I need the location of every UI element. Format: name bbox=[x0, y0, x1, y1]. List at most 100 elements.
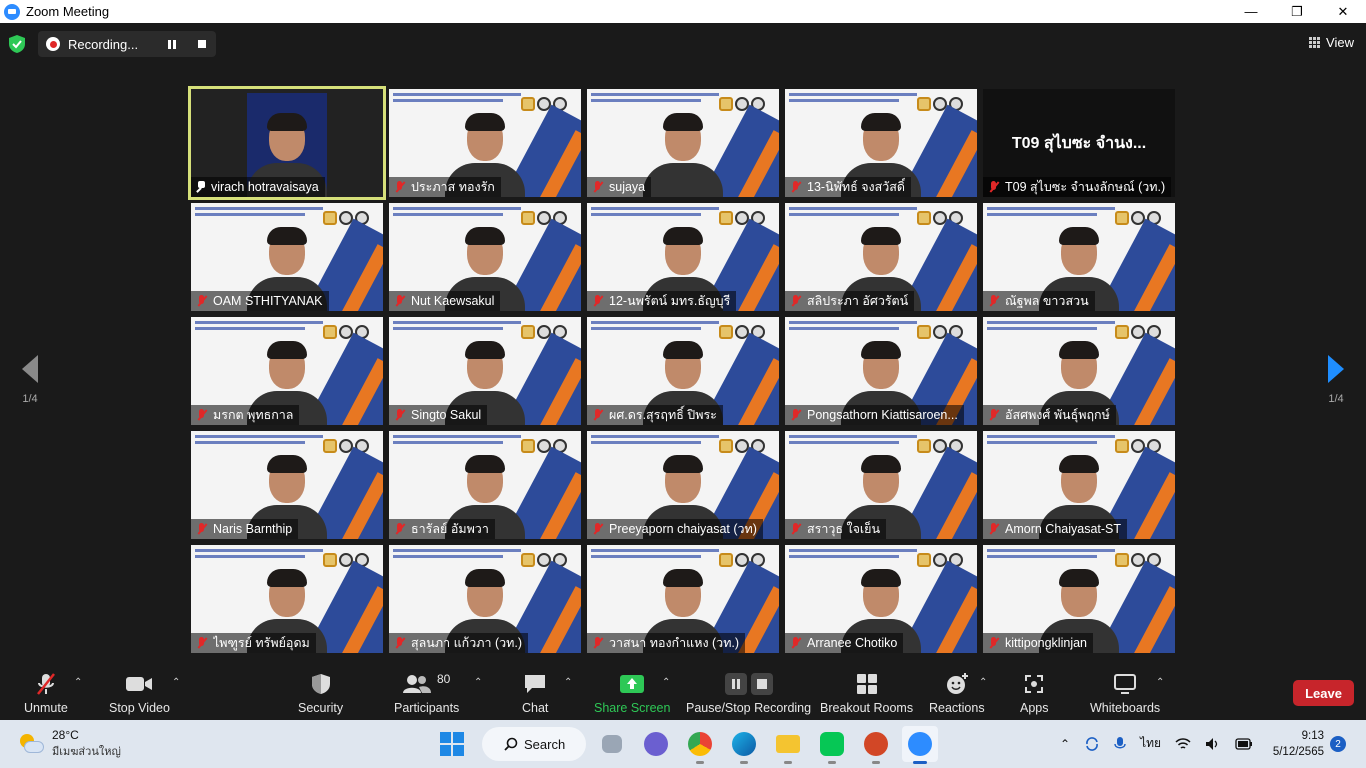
apps-button[interactable]: Apps bbox=[1020, 671, 1049, 715]
view-button[interactable]: View bbox=[1309, 35, 1354, 50]
chat-bubble-icon bbox=[523, 671, 547, 697]
participant-video-tile[interactable]: Amorn Chaiyasat-ST bbox=[983, 431, 1175, 539]
edge-icon[interactable] bbox=[726, 726, 762, 764]
participant-name: kittipongklinjan bbox=[1005, 636, 1087, 650]
pause-stop-recording-button[interactable]: Pause/Stop Recording bbox=[686, 671, 811, 715]
participant-video-tile[interactable]: Arranee Chotiko bbox=[785, 545, 977, 653]
wifi-icon[interactable] bbox=[1175, 737, 1191, 751]
stop-video-button[interactable]: Stop Video bbox=[109, 671, 170, 715]
weather-widget[interactable]: 28°C มีเมฆส่วนใหญ่ bbox=[18, 728, 121, 760]
share-screen-label: Share Screen bbox=[594, 701, 671, 715]
muted-microphone-icon bbox=[591, 294, 605, 308]
clock[interactable]: 9:13 5/12/2565 bbox=[1270, 728, 1324, 760]
participant-video-tile[interactable]: T09 สุไบซะ จำนง... T09 สุไบซะ จำนงลักษณ์ … bbox=[983, 89, 1175, 197]
participant-video-tile[interactable]: วาสนา ทองกำแหง (วท.) bbox=[587, 545, 779, 653]
partly-cloudy-icon bbox=[18, 734, 44, 754]
leave-button[interactable]: Leave bbox=[1293, 680, 1354, 706]
chrome-icon[interactable] bbox=[682, 726, 718, 764]
participant-video-tile[interactable]: Naris Barnthip bbox=[191, 431, 383, 539]
participant-name-bar: Amorn Chaiyasat-ST bbox=[983, 519, 1128, 539]
audio-options-caret-icon[interactable]: ⌃ bbox=[74, 677, 82, 688]
share-options-caret-icon[interactable]: ⌃ bbox=[662, 677, 670, 688]
participant-video-tile[interactable]: sujaya bbox=[587, 89, 779, 197]
chat-button[interactable]: Chat bbox=[522, 671, 548, 715]
participant-video-tile[interactable]: virach hotravaisaya bbox=[188, 86, 386, 200]
muted-microphone-icon bbox=[195, 522, 209, 536]
video-options-caret-icon[interactable]: ⌃ bbox=[172, 677, 180, 688]
unmute-button[interactable]: Unmute bbox=[24, 671, 68, 715]
recording-label: Recording... bbox=[68, 36, 139, 52]
chevron-left-icon bbox=[22, 355, 38, 383]
participant-video-tile[interactable]: Preeyaporn chaiyasat (วท) bbox=[587, 431, 779, 539]
whiteboards-button[interactable]: Whiteboards bbox=[1090, 671, 1160, 715]
line-app-icon[interactable] bbox=[814, 726, 850, 764]
participants-button[interactable]: 80 Participants bbox=[394, 671, 459, 715]
participant-video-tile[interactable]: ธารัลย์ อัมพวา bbox=[389, 431, 581, 539]
muted-microphone-icon bbox=[789, 636, 803, 650]
stop-recording-icon[interactable] bbox=[198, 40, 207, 48]
notification-badge[interactable]: 2 bbox=[1330, 736, 1346, 752]
powerpoint-icon[interactable] bbox=[858, 726, 894, 764]
minimize-button[interactable]: — bbox=[1228, 0, 1274, 23]
participant-video-tile[interactable]: ณัฐพล ขาวสวน bbox=[983, 203, 1175, 311]
previous-page-button[interactable]: 1/4 bbox=[15, 355, 45, 405]
speaker-icon[interactable] bbox=[1205, 737, 1221, 751]
show-hidden-icons-icon[interactable]: ⌃ bbox=[1060, 737, 1070, 751]
pause-recording-icon[interactable] bbox=[168, 39, 177, 49]
reactions-button[interactable]: Reactions bbox=[929, 671, 985, 715]
sync-icon[interactable] bbox=[1084, 736, 1100, 752]
encryption-shield-icon[interactable] bbox=[8, 34, 26, 54]
participant-name: sujaya bbox=[609, 180, 646, 194]
breakout-rooms-button[interactable]: Breakout Rooms bbox=[820, 671, 913, 715]
next-page-button[interactable]: 1/4 bbox=[1321, 355, 1351, 405]
participant-video-tile[interactable]: 12-นพรัตน์ มทร.ธัญบุรี bbox=[587, 203, 779, 311]
participant-name-bar: Naris Barnthip bbox=[191, 519, 299, 539]
restore-button[interactable]: ❐ bbox=[1274, 0, 1320, 23]
participant-video-tile[interactable]: มรกต พุทธกาล bbox=[191, 317, 383, 425]
participant-video-tile[interactable]: สราวุธ ใจเย็น bbox=[785, 431, 977, 539]
participant-video-tile[interactable]: สุลนภา แก้วภา (วท.) bbox=[389, 545, 581, 653]
zoom-taskbar-icon[interactable] bbox=[902, 726, 938, 764]
battery-icon[interactable] bbox=[1235, 737, 1253, 750]
breakout-rooms-icon bbox=[856, 671, 878, 697]
participant-video-tile[interactable]: Nut Kaewsakul bbox=[389, 203, 581, 311]
chat-options-caret-icon[interactable]: ⌃ bbox=[564, 677, 572, 688]
participant-video-tile[interactable]: ประภาส ทองรัก bbox=[389, 89, 581, 197]
microphone-icon[interactable] bbox=[1114, 736, 1126, 752]
participant-name-bar: OAM STHITYANAK bbox=[191, 291, 329, 311]
participant-video-tile[interactable]: kittipongklinjan bbox=[983, 545, 1175, 653]
share-screen-button[interactable]: Share Screen bbox=[594, 671, 670, 715]
participant-video-tile[interactable]: 13-นิพัทธ์ จงสวัสดิ์ bbox=[785, 89, 977, 197]
task-view-icon[interactable] bbox=[594, 726, 630, 762]
view-label: View bbox=[1326, 35, 1354, 50]
reactions-options-caret-icon[interactable]: ⌃ bbox=[979, 677, 987, 688]
stop-icon bbox=[750, 673, 773, 695]
muted-microphone-icon bbox=[789, 180, 803, 194]
security-button[interactable]: Security bbox=[298, 671, 343, 715]
participant-video-tile[interactable]: ไพฑูรย์ ทรัพย์อุดม bbox=[191, 545, 383, 653]
participant-video-tile[interactable]: อัสศพงศ์ พันธุ์พฤกษ์ bbox=[983, 317, 1175, 425]
participant-name-bar: Nut Kaewsakul bbox=[389, 291, 501, 311]
muted-microphone-icon bbox=[393, 408, 407, 422]
participant-name-bar: อัสศพงศ์ พันธุ์พฤกษ์ bbox=[983, 405, 1116, 425]
muted-microphone-icon bbox=[987, 180, 1001, 194]
participant-video-tile[interactable]: OAM STHITYANAK bbox=[191, 203, 383, 311]
muted-microphone-icon bbox=[591, 522, 605, 536]
close-button[interactable]: ✕ bbox=[1320, 0, 1366, 23]
language-indicator[interactable]: ไทย bbox=[1140, 734, 1161, 753]
file-explorer-icon[interactable] bbox=[770, 726, 806, 764]
participant-name: Pongsathorn Kiattisaroen... bbox=[807, 408, 958, 422]
whiteboard-options-caret-icon[interactable]: ⌃ bbox=[1156, 677, 1164, 688]
participants-options-caret-icon[interactable]: ⌃ bbox=[474, 677, 482, 688]
participant-video-tile[interactable]: Singto Sakul bbox=[389, 317, 581, 425]
participant-video-tile[interactable]: สลิประภา อัศวรัตน์ bbox=[785, 203, 977, 311]
participant-name: Nut Kaewsakul bbox=[411, 294, 495, 308]
participant-video-tile[interactable]: ผศ.ดร.สุรฤทธิ์ ปิพระ bbox=[587, 317, 779, 425]
participant-video-tile[interactable]: Pongsathorn Kiattisaroen... bbox=[785, 317, 977, 425]
weather-description: มีเมฆส่วนใหญ่ bbox=[52, 746, 121, 758]
whiteboards-label: Whiteboards bbox=[1090, 701, 1161, 715]
taskbar-search[interactable]: Search bbox=[482, 727, 586, 761]
breakout-rooms-label: Breakout Rooms bbox=[820, 701, 914, 715]
windows-start-icon[interactable] bbox=[440, 732, 464, 756]
teams-chat-icon[interactable] bbox=[638, 726, 674, 762]
